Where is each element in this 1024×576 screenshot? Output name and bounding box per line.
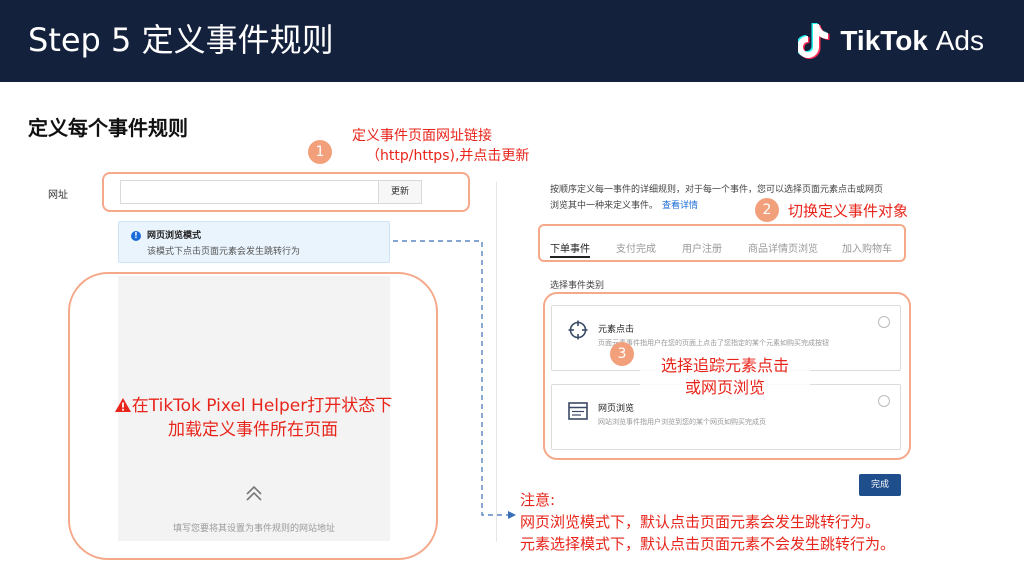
tab-register[interactable]: 用户注册: [682, 240, 722, 255]
view-details-link[interactable]: 查看详情: [662, 201, 698, 211]
option-desc: 网站浏览事件指用户浏览到您的某个网页如购买完成页: [598, 418, 766, 426]
active-tab-indicator: [550, 256, 590, 258]
intro-line1: 按顺序定义每一事件的详细规则，对于每一个事件，您可以选择页面元素点击或网页: [550, 185, 884, 195]
intro-line2: 浏览其中一种来定义事件。: [550, 201, 659, 211]
step-3-badge: 3: [610, 342, 634, 366]
option-radio[interactable]: [878, 316, 890, 328]
note-line2: 元素选择模式下，默认点击页面元素不会发生跳转行为。: [520, 535, 896, 553]
tab-add-to-cart[interactable]: 加入购物车: [842, 240, 892, 255]
browser-window-icon: [568, 402, 588, 420]
tab-payment[interactable]: 支付完成: [616, 240, 656, 255]
panel-divider: [496, 182, 497, 542]
note-line1: 网页浏览模式下，默认点击页面元素会发生跳转行为。: [520, 513, 881, 531]
step-2-annotation: 切换定义事件对象: [788, 202, 909, 220]
note-title: 注意:: [520, 491, 556, 509]
step-3-annotation: 选择追踪元素点击 或网页浏览: [640, 355, 810, 399]
option-title: 网页浏览: [598, 404, 635, 414]
tab-order[interactable]: 下单事件: [550, 240, 590, 255]
crosshair-icon: [568, 320, 588, 340]
step-3-line2: 或网页浏览: [684, 378, 765, 397]
option-title: 元素点击: [598, 325, 635, 335]
step-3-line1: 选择追踪元素点击: [660, 356, 789, 375]
tab-product-view[interactable]: 商品详情页浏览: [748, 240, 818, 255]
option-radio[interactable]: [878, 395, 890, 407]
option-desc: 页面元素事件指用户在您的页面上点击了您指定的某个元素如购买完成按钮: [598, 339, 829, 347]
category-label: 选择事件类别: [550, 281, 605, 291]
step-2-badge: 2: [755, 198, 779, 222]
note-block: 注意: 网页浏览模式下，默认点击页面元素会发生跳转行为。 元素选择模式下，默认点…: [520, 489, 895, 555]
